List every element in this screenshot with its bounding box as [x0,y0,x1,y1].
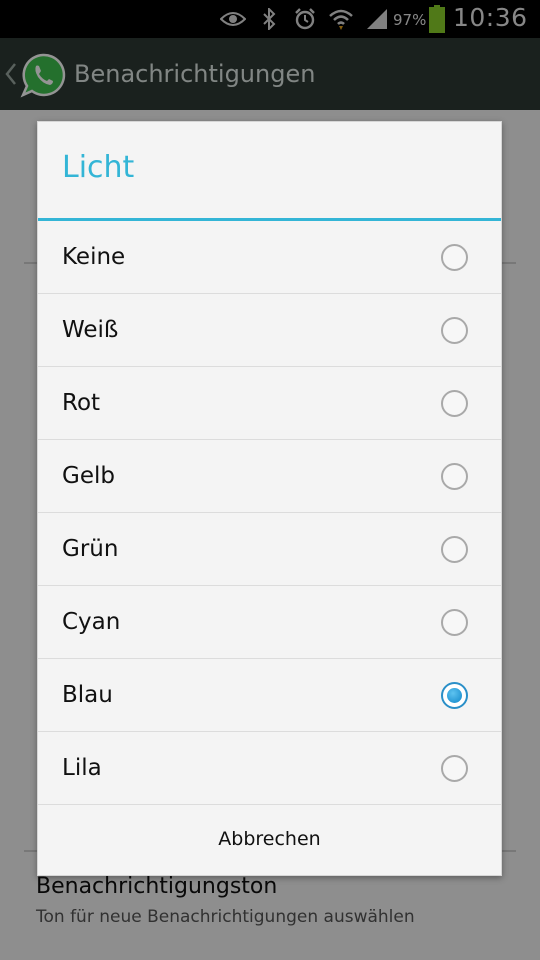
option-gelb[interactable]: Gelb [38,440,501,513]
radio-button-selected[interactable] [441,681,468,709]
dialog-title: Licht [62,150,135,185]
cancel-button-label: Abbrechen [218,827,321,850]
options-list: Keine Weiß Rot Gelb Grün Cyan Blau Lila [38,221,501,805]
radio-button[interactable] [441,535,468,563]
option-blau[interactable]: Blau [38,659,501,732]
option-label: Weiß [62,317,119,343]
radio-button[interactable] [441,243,468,271]
radio-button[interactable] [441,316,468,344]
option-rot[interactable]: Rot [38,367,501,440]
cancel-button[interactable]: Abbrechen [38,802,501,875]
option-label: Gelb [62,463,115,489]
option-label: Keine [62,244,126,270]
option-label: Grün [62,536,119,562]
option-label: Blau [62,682,113,708]
option-label: Rot [62,390,101,416]
option-lila[interactable]: Lila [38,732,501,805]
option-weiss[interactable]: Weiß [38,294,501,367]
option-gruen[interactable]: Grün [38,513,501,586]
radio-button[interactable] [441,389,468,417]
radio-button[interactable] [441,754,468,782]
option-keine[interactable]: Keine [38,221,501,294]
option-cyan[interactable]: Cyan [38,586,501,659]
radio-button[interactable] [441,462,468,490]
option-label: Lila [62,755,102,781]
option-label: Cyan [62,609,121,635]
light-dialog: Licht Keine Weiß Rot Gelb Grün Cyan Blau… [37,121,502,876]
screen: 97% 10:36 Benachrichtigungen Benachricht… [0,0,540,960]
radio-button[interactable] [441,608,468,636]
